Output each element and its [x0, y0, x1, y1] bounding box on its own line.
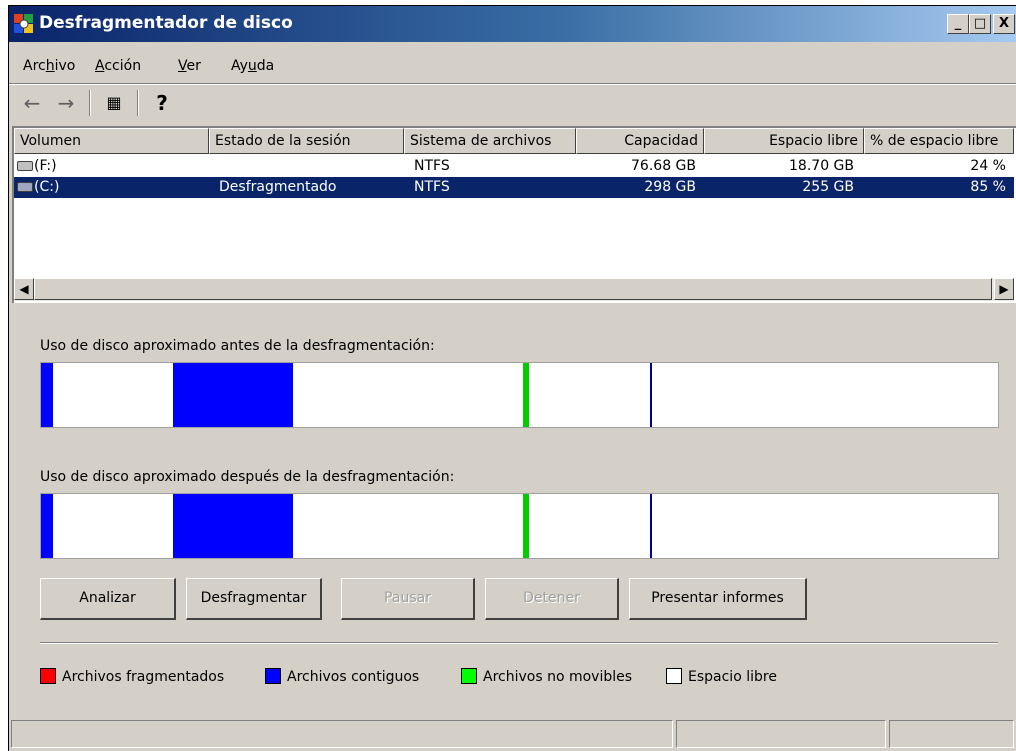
status-panel [676, 720, 886, 748]
forward-icon[interactable]: → [53, 92, 79, 114]
legend-label: Espacio libre [688, 669, 777, 685]
volume-capacity: 298 GB [644, 179, 696, 195]
status-bar [9, 718, 1016, 750]
legend-fragmented: Archivos fragmentados [40, 668, 224, 685]
legend-unmovable: Archivos no movibles [461, 668, 632, 685]
hard-drive-icon [17, 161, 33, 171]
volume-row[interactable]: (F:) NTFS 76.68 GB 18.70 GB 24 % [14, 156, 1014, 177]
legend-contiguous: Archivos contiguos [265, 668, 419, 685]
legend-label: Archivos contiguos [287, 669, 420, 685]
column-header-free-space-percent[interactable]: % de espacio libre [864, 128, 1014, 154]
volume-status: Desfragmentado [219, 179, 337, 195]
legend-separator [40, 642, 998, 644]
show-hide-console-tree-icon[interactable]: ▦ [101, 92, 127, 114]
menu-separator [9, 83, 1016, 85]
volume-file-system: NTFS [414, 179, 450, 195]
defragment-button[interactable]: Desfragmentar [186, 578, 322, 620]
status-panel [11, 720, 673, 748]
volume-name: (F:) [34, 158, 57, 174]
toolbar-separator [89, 90, 91, 116]
unmovable-segment [523, 363, 529, 427]
defragmenter-window: Desfragmentador de disco _ □ X Archivo A… [8, 5, 1016, 751]
volume-free-space: 255 GB [802, 179, 854, 195]
pause-button[interactable]: Pausar [341, 578, 475, 620]
menu-ver[interactable]: Ver [178, 58, 201, 74]
scrollbar-thumb[interactable] [34, 278, 992, 300]
unmovable-swatch [461, 668, 477, 684]
contiguous-segment [173, 363, 293, 427]
column-header-free-space[interactable]: Espacio libre [704, 128, 864, 154]
volume-list[interactable]: Volumen Estado de la sesión Sistema de a… [12, 126, 1016, 303]
volume-capacity: 76.68 GB [631, 158, 696, 174]
free-space-swatch [666, 668, 682, 684]
before-defrag-label: Uso de disco aproximado antes de la desf… [40, 338, 435, 354]
status-panel [889, 720, 1014, 748]
before-defrag-display [40, 362, 999, 428]
legend-label: Archivos no movibles [483, 669, 633, 685]
analyze-button[interactable]: Analizar [40, 578, 176, 620]
title-bar[interactable]: Desfragmentador de disco _ □ X [9, 6, 1016, 42]
after-defrag-label: Uso de disco aproximado después de la de… [40, 469, 455, 485]
column-header-session-status[interactable]: Estado de la sesión [209, 128, 404, 154]
column-header-volume[interactable]: Volumen [14, 128, 209, 154]
fragmented-swatch [40, 668, 56, 684]
minimize-button[interactable]: _ [947, 14, 969, 34]
column-header-file-system[interactable]: Sistema de archivos [404, 128, 576, 154]
volume-row-selected[interactable]: (C:) Desfragmentado NTFS 298 GB 255 GB 8… [14, 177, 1014, 198]
window-title: Desfragmentador de disco [39, 13, 293, 33]
hard-drive-icon [17, 182, 33, 192]
toolbar-separator [137, 90, 139, 116]
toolbar: ← → ▦ ? [9, 86, 1016, 120]
contiguous-segment [41, 363, 53, 427]
volume-file-system: NTFS [414, 158, 450, 174]
after-defrag-display [40, 493, 999, 559]
menu-accion[interactable]: Acción [95, 58, 141, 74]
volume-free-percent: 24 % [970, 158, 1006, 174]
close-button[interactable]: X [993, 14, 1015, 34]
menu-ayuda[interactable]: Ayuda [231, 58, 274, 74]
menu-archivo[interactable]: Archivo [23, 58, 75, 74]
column-header-capacity[interactable]: Capacidad [576, 128, 704, 154]
volume-free-percent: 85 % [970, 179, 1006, 195]
defrag-app-icon [14, 14, 33, 33]
contiguous-segment [41, 494, 53, 558]
legend-label: Archivos fragmentados [62, 669, 225, 685]
stop-button[interactable]: Detener [485, 578, 619, 620]
back-icon[interactable]: ← [19, 92, 45, 114]
horizontal-scrollbar[interactable]: ◀ ▶ [14, 278, 1014, 301]
scroll-right-button[interactable]: ▶ [994, 278, 1014, 300]
volume-free-space: 18.70 GB [789, 158, 854, 174]
legend-free-space: Espacio libre [666, 668, 777, 685]
contiguous-segment [650, 363, 652, 427]
contiguous-segment [650, 494, 652, 558]
help-icon[interactable]: ? [149, 92, 175, 114]
scroll-left-button[interactable]: ◀ [14, 278, 34, 300]
contiguous-segment [173, 494, 293, 558]
view-report-button[interactable]: Presentar informes [629, 578, 807, 620]
maximize-button[interactable]: □ [969, 14, 991, 34]
menu-bar: Archivo Acción Ver Ayuda [9, 54, 1016, 82]
volume-name: (C:) [34, 179, 60, 195]
unmovable-segment [523, 494, 529, 558]
contiguous-swatch [265, 668, 281, 684]
